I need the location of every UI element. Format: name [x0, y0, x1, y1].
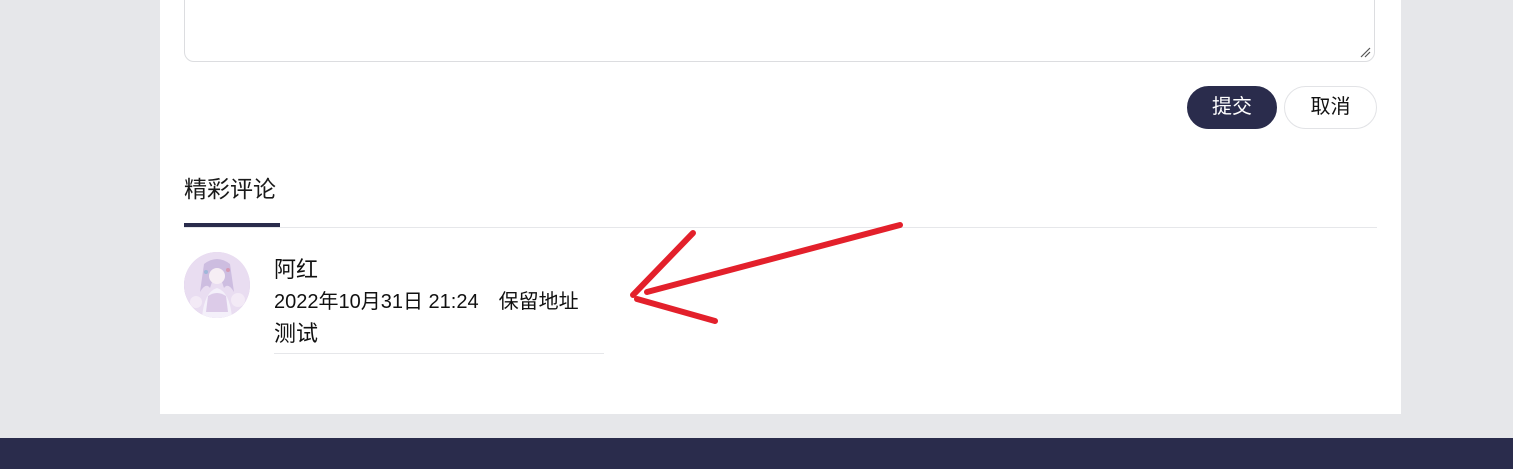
comment-date: 2022年10月31日 21:24 [274, 291, 479, 313]
comment-text: 测试 [274, 321, 319, 346]
comment-author: 阿红 [274, 257, 319, 282]
submit-button[interactable]: 提交 [1187, 86, 1277, 129]
comments-section-title[interactable]: 精彩评论 [184, 170, 276, 204]
comment-location: 保留地址 [498, 291, 579, 313]
comment-meta: 2022年10月31日 21:24 保留地址 [274, 289, 604, 315]
comment-item: 阿红 2022年10月31日 21:24 保留地址 测试 [274, 256, 604, 348]
annotation-arrow [630, 222, 903, 324]
comment-divider [274, 353, 604, 354]
resize-handle-icon[interactable] [1359, 46, 1371, 58]
comment-card: 提交 取消 精彩评论 阿红 2022年10月31日 21:24 保留地址 测试 [160, 0, 1401, 414]
cancel-button[interactable]: 取消 [1284, 86, 1377, 129]
page-footer [0, 438, 1513, 469]
avatar-illustration [184, 252, 250, 318]
avatar [184, 252, 250, 318]
comment-textarea[interactable] [184, 0, 1375, 62]
